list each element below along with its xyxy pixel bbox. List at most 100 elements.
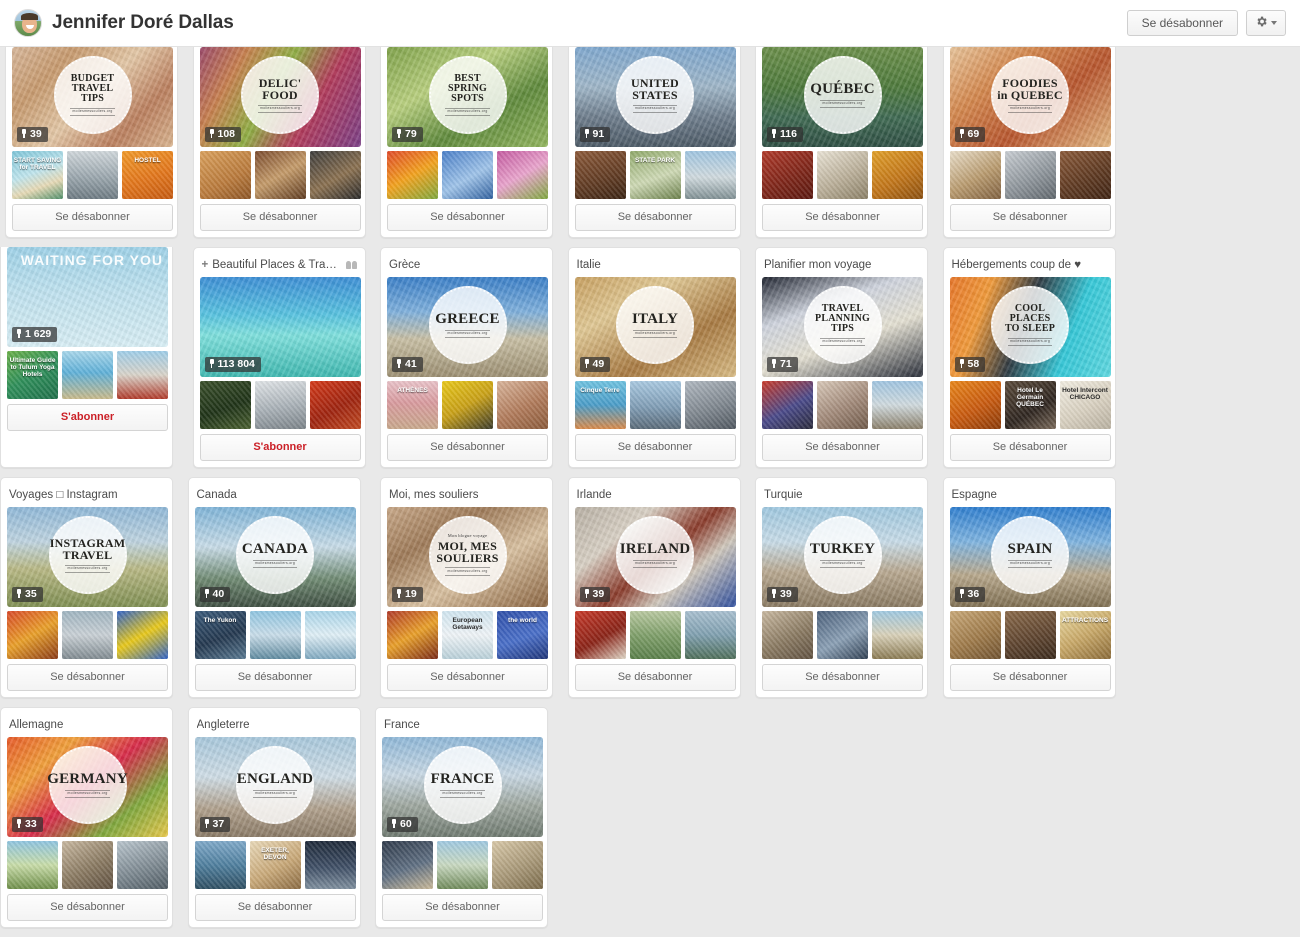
board-thumbnail[interactable] [199, 381, 251, 429]
board-card[interactable]: WAITING FOR YOU 1 629 Ultimate Guide to Tu… [0, 247, 173, 468]
board-thumbnail[interactable] [684, 381, 736, 429]
board-thumbnail[interactable]: Hotel Le Germain QUÉBEC [1004, 381, 1056, 429]
unfollow-board-button[interactable]: Se désabonner [194, 664, 356, 691]
follow-board-button[interactable]: S'abonner [199, 434, 361, 461]
board-thumbnail[interactable] [762, 611, 813, 659]
board-thumbnail[interactable] [872, 151, 923, 199]
board-thumbnail[interactable] [304, 841, 356, 889]
unfollow-board-button[interactable]: Se désabonner [382, 894, 543, 921]
unfollow-board-button[interactable]: Se désabonner [387, 434, 548, 461]
board-cover-image[interactable]: BEST SPRING SPOTS moilesmessouliers.org 79 [387, 47, 548, 147]
board-thumbnail[interactable] [1004, 611, 1056, 659]
unfollow-board-button[interactable]: Se désabonner [387, 664, 548, 691]
follow-board-button[interactable]: S'abonner [7, 404, 168, 431]
board-thumbnail[interactable] [817, 381, 868, 429]
board-cover-image[interactable]: BUDGET TRAVEL TIPS moilesmessouliers.org 39 [12, 47, 173, 147]
board-cover-image[interactable]: UNITED STATES moilesmessouliers.org 91 [574, 47, 736, 147]
board-title[interactable]: Allemagne [7, 714, 166, 737]
board-cover-image[interactable]: FOODIES in QUEBEC moilesmessouliers.org 69 [949, 47, 1111, 147]
board-thumbnail[interactable] [382, 841, 433, 889]
board-cover-image[interactable]: CANADA moilesmessouliers.org 40 [194, 507, 356, 607]
board-card[interactable]: France FRANCE moilesmessouliers.org 60 Se dé… [375, 707, 548, 928]
unfollow-board-button[interactable]: Se désabonner [194, 894, 356, 921]
board-title[interactable]: Moi, mes souliers [387, 484, 546, 507]
board-card[interactable]: Hébergements coup de ♥ COOL PLACES TO SLEEP… [942, 247, 1116, 468]
board-thumbnail[interactable] [497, 151, 548, 199]
board-thumbnail[interactable] [304, 611, 356, 659]
board-card[interactable]: Canada CANADA moilesmessouliers.org 40 The Y… [187, 477, 361, 698]
board-thumbnail[interactable] [817, 611, 868, 659]
unfollow-board-button[interactable]: Se désabonner [7, 894, 168, 921]
board-cover-image[interactable]: ITALY moilesmessouliers.org 49 [574, 277, 736, 377]
board-cover-image[interactable]: TRAVEL PLANNING TIPS moilesmessouliers.org 7… [762, 277, 923, 377]
board-thumbnail[interactable] [497, 381, 548, 429]
board-card[interactable]: BEST SPRING SPOTS moilesmessouliers.org 79 Se… [380, 47, 553, 238]
board-cover-image[interactable]: WAITING FOR YOU 1 629 [7, 247, 168, 347]
board-thumbnail[interactable] [684, 611, 736, 659]
unfollow-board-button[interactable]: Se désabonner [574, 204, 736, 231]
board-thumbnail[interactable] [62, 611, 113, 659]
board-thumbnail[interactable] [629, 381, 681, 429]
board-thumbnail[interactable] [199, 151, 251, 199]
board-title[interactable]: + Beautiful Places & Trave... [200, 254, 359, 277]
board-thumbnail[interactable] [574, 611, 626, 659]
board-card[interactable]: + Beautiful Places & Trave... 113 804 S'abo… [192, 247, 366, 468]
board-thumbnail[interactable] [437, 841, 488, 889]
board-card[interactable]: BUDGET TRAVEL TIPS moilesmessouliers.org 39 S… [5, 47, 178, 238]
board-cover-image[interactable]: COOL PLACES TO SLEEP moilesmessouliers.org 5… [949, 277, 1111, 377]
board-thumbnail[interactable] [492, 841, 543, 889]
board-thumbnail[interactable]: HOSTEL [122, 151, 173, 199]
board-thumbnail[interactable]: STATE PARK [629, 151, 681, 199]
board-title[interactable]: Canada [195, 484, 354, 507]
board-thumbnail[interactable] [442, 381, 493, 429]
board-thumbnail[interactable] [117, 841, 168, 889]
board-title[interactable]: France [382, 714, 541, 737]
board-title[interactable]: Hébergements coup de ♥ [950, 254, 1109, 277]
board-card[interactable]: Voyages □ Instagram INSTAGRAM TRAVEL moiles… [0, 477, 173, 698]
unfollow-board-button[interactable]: Se désabonner [949, 204, 1111, 231]
board-cover-image[interactable]: Mon blogue voyage MOI, MES SOULIERS moilesm… [387, 507, 548, 607]
unfollow-button[interactable]: Se désabonner [1126, 10, 1238, 36]
board-cover-image[interactable]: GERMANY moilesmessouliers.org 33 [7, 737, 168, 837]
board-thumbnail[interactable] [254, 151, 306, 199]
unfollow-board-button[interactable]: Se désabonner [574, 434, 736, 461]
board-card[interactable]: UNITED STATES moilesmessouliers.org 91 STATE… [567, 47, 741, 238]
board-card[interactable]: Irlande IRELAND moilesmessouliers.org 39 Se … [567, 477, 741, 698]
board-cover-image[interactable]: TURKEY moilesmessouliers.org 39 [762, 507, 923, 607]
board-card[interactable]: Allemagne GERMANY moilesmessouliers.org 33 S… [0, 707, 173, 928]
board-thumbnail[interactable]: Cinque Terre [574, 381, 626, 429]
board-cover-image[interactable]: GREECE moilesmessouliers.org 41 [387, 277, 548, 377]
board-title[interactable]: Voyages □ Instagram [7, 484, 166, 507]
board-thumbnail[interactable] [684, 151, 736, 199]
board-title[interactable]: Italie [575, 254, 734, 277]
board-thumbnail[interactable] [1004, 151, 1056, 199]
board-cover-image[interactable]: ENGLAND moilesmessouliers.org 37 [194, 737, 356, 837]
board-title[interactable]: Planifier mon voyage [762, 254, 921, 277]
board-card[interactable]: Turquie TURKEY moilesmessouliers.org 39 Se d… [755, 477, 928, 698]
board-card[interactable]: Angleterre ENGLAND moilesmessouliers.org 37… [187, 707, 361, 928]
board-title[interactable]: Espagne [950, 484, 1109, 507]
unfollow-board-button[interactable]: Se désabonner [7, 664, 168, 691]
board-thumbnail[interactable] [67, 151, 118, 199]
board-thumbnail[interactable]: Hotel Intercont CHICAGO [1059, 381, 1111, 429]
unfollow-board-button[interactable]: Se désabonner [12, 204, 173, 231]
unfollow-board-button[interactable]: Se désabonner [199, 204, 361, 231]
board-thumbnail[interactable] [762, 151, 813, 199]
board-card[interactable]: DELIC' FOOD moilesmessouliers.org 108 Se dés… [192, 47, 366, 238]
board-card[interactable]: Planifier mon voyage TRAVEL PLANNING TIPS mo… [755, 247, 928, 468]
board-thumbnail[interactable]: the world [497, 611, 548, 659]
board-thumbnail[interactable]: European Getaways [442, 611, 493, 659]
board-title[interactable]: Irlande [575, 484, 734, 507]
board-thumbnail[interactable] [629, 611, 681, 659]
settings-menu-button[interactable] [1246, 10, 1286, 36]
board-thumbnail[interactable] [62, 841, 113, 889]
board-thumbnail[interactable] [949, 611, 1001, 659]
board-thumbnail[interactable] [117, 611, 168, 659]
board-thumbnail[interactable]: The Yukon [194, 611, 246, 659]
board-thumbnail[interactable] [574, 151, 626, 199]
board-thumbnail[interactable] [387, 611, 438, 659]
board-cover-image[interactable]: QUÉBEC moilesmessouliers.org 116 [762, 47, 923, 147]
board-thumbnail[interactable] [7, 841, 58, 889]
board-card[interactable]: Moi, mes souliers Mon blogue voyage MOI, M… [380, 477, 553, 698]
board-thumbnail[interactable]: ATHÈNES [387, 381, 438, 429]
